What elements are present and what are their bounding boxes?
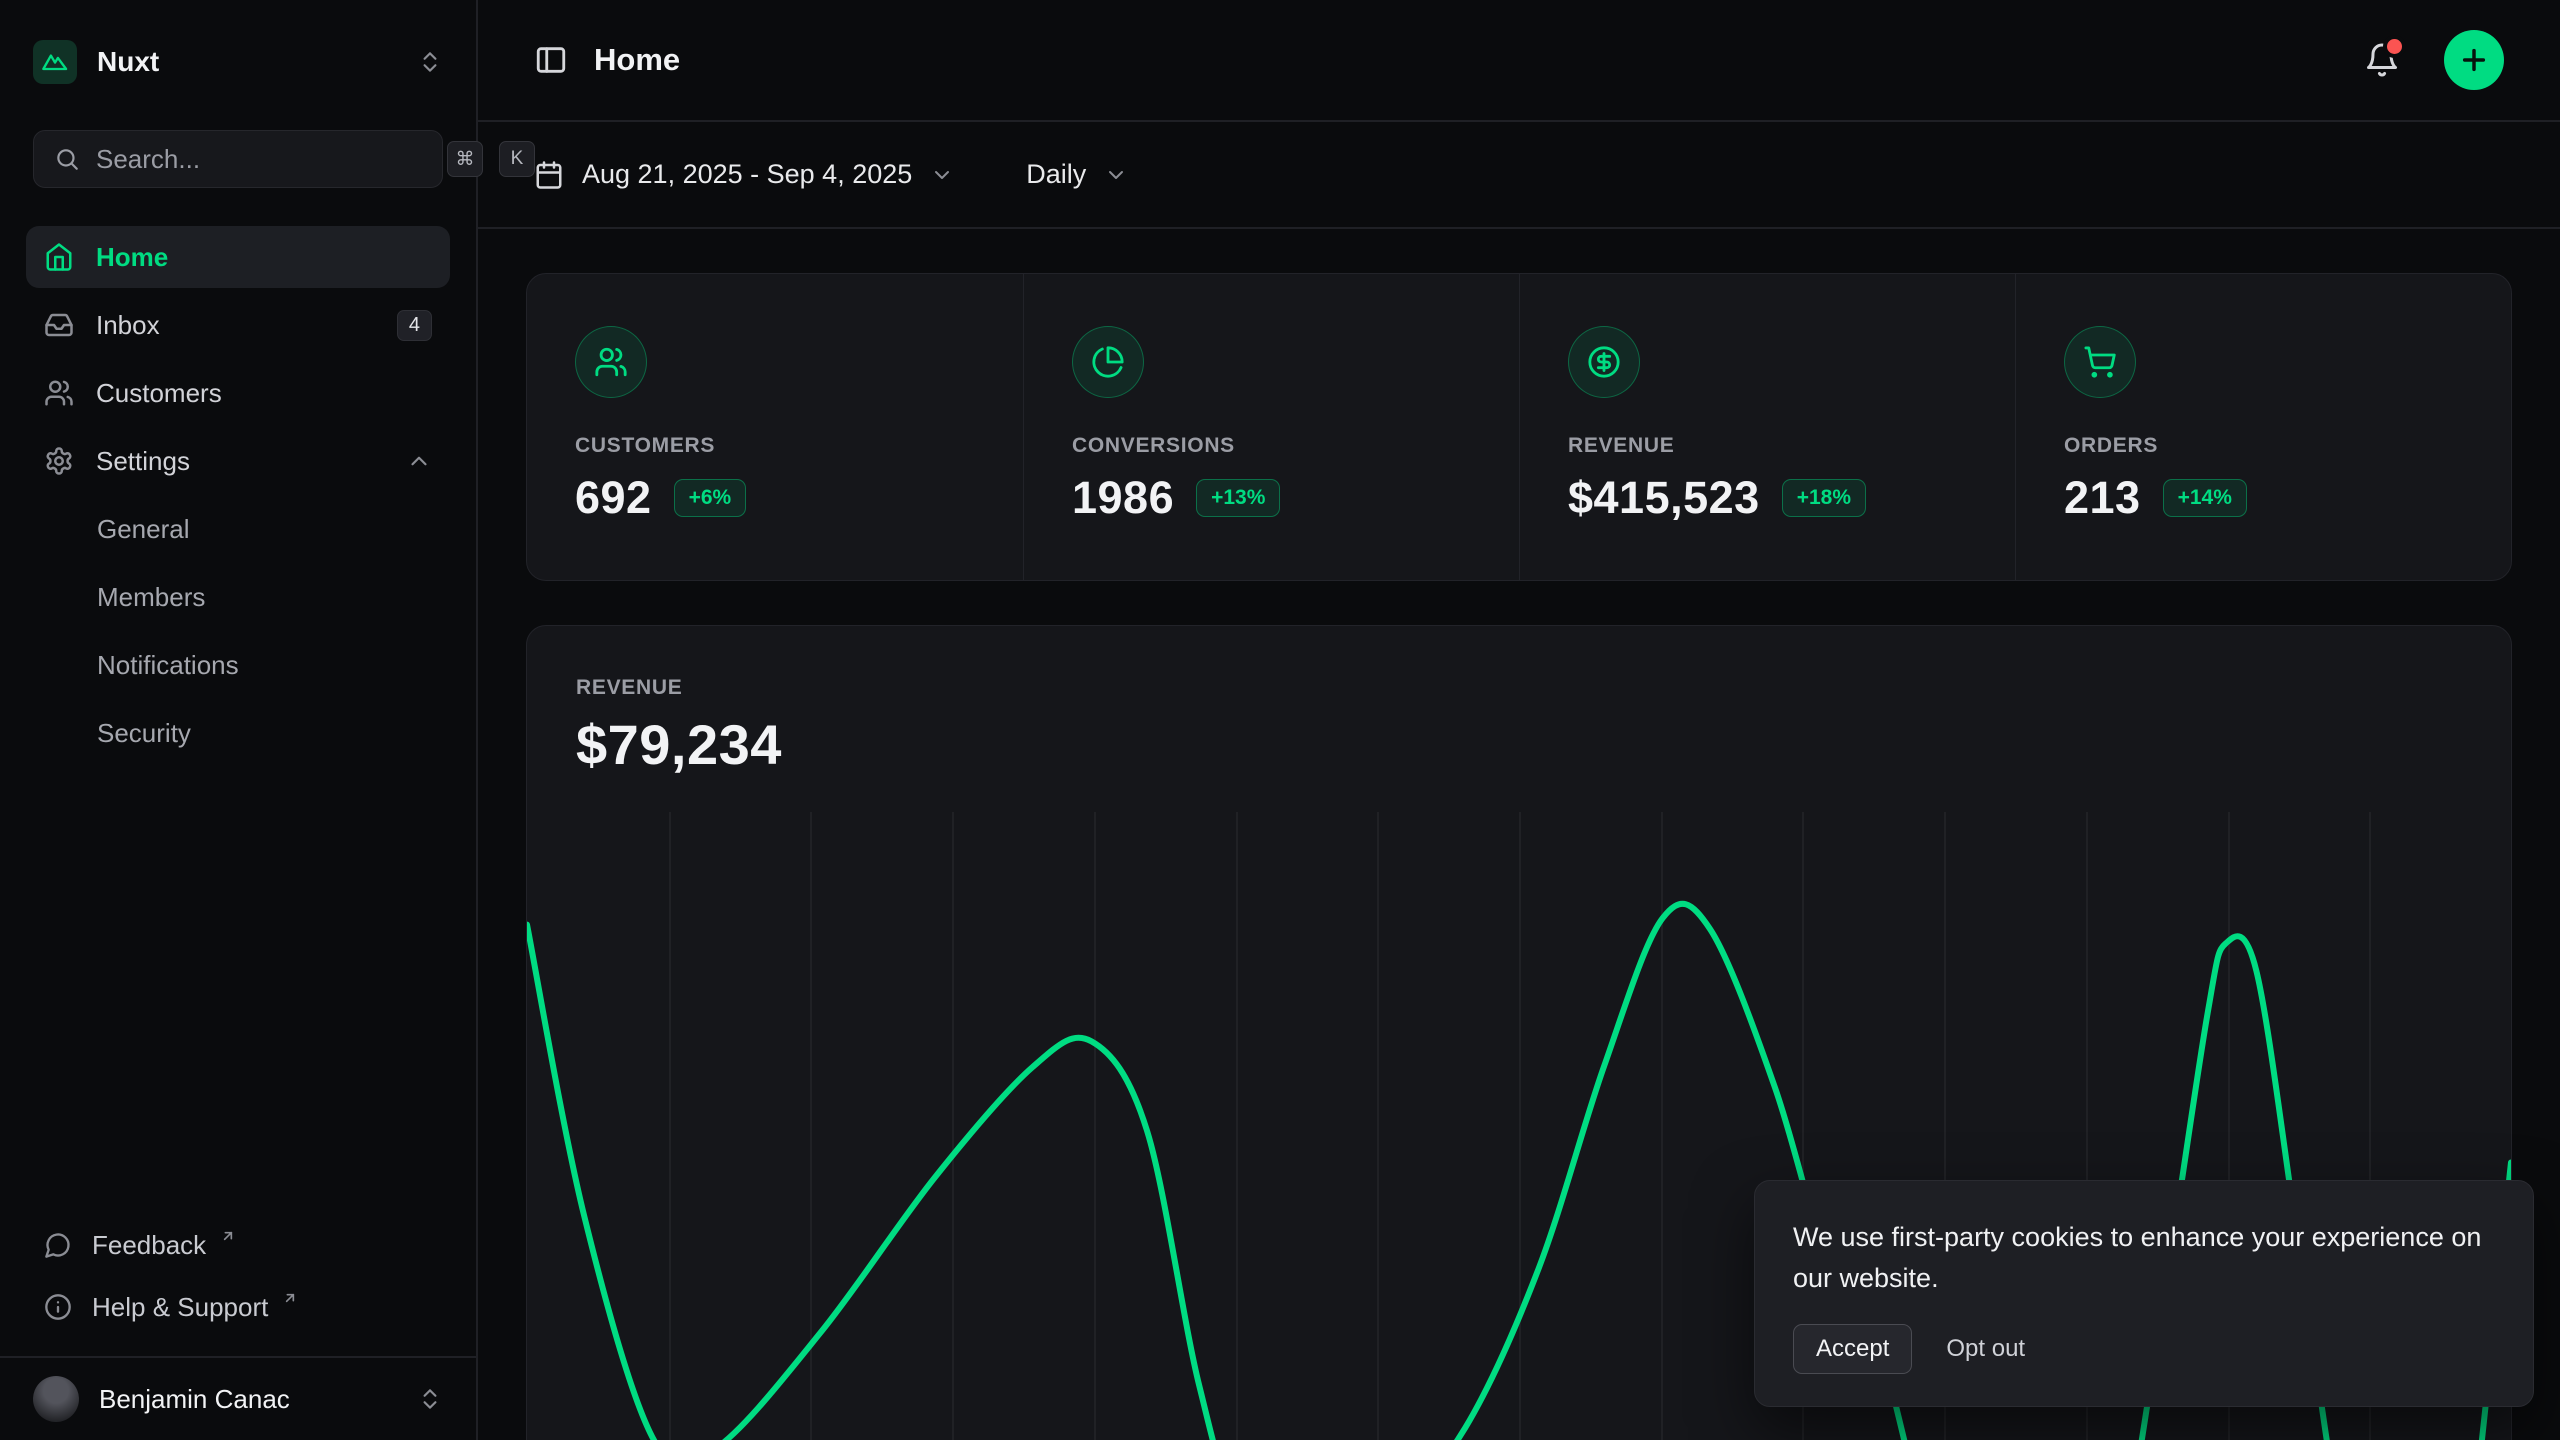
nuxt-logo-icon: [33, 40, 77, 84]
plus-icon: [2458, 44, 2490, 76]
users-icon: [44, 378, 74, 408]
search-input[interactable]: [96, 144, 431, 175]
stat-label: ORDERS: [2064, 434, 2463, 458]
chevron-down-icon: [930, 163, 954, 187]
stats-card: CUSTOMERS 692 +6% CONVERSIONS 1986 +13%: [526, 273, 2512, 581]
sidebar-spacer: [0, 764, 476, 1214]
stat-value: 1986: [1072, 472, 1174, 524]
header-actions: [2364, 30, 2504, 90]
cookie-banner: We use first-party cookies to enhance yo…: [1754, 1180, 2534, 1407]
chevron-down-icon: [1104, 163, 1128, 187]
dollar-circle-icon: [1568, 326, 1640, 398]
feedback-link[interactable]: Feedback: [26, 1214, 450, 1276]
granularity-select[interactable]: Daily: [1026, 159, 1128, 190]
sidebar-item-customers[interactable]: Customers: [26, 362, 450, 424]
chevron-up-icon: [406, 448, 432, 474]
sidebar-item-general[interactable]: General: [26, 498, 450, 560]
sidebar-toggle-icon[interactable]: [534, 43, 568, 77]
sidebar-item-notifications[interactable]: Notifications: [26, 634, 450, 696]
sidebar-nav: Home Inbox 4 Customers Settings General: [0, 226, 476, 764]
notification-dot: [2387, 39, 2402, 54]
sidebar-item-label: Home: [96, 242, 168, 273]
user-menu[interactable]: Benjamin Canac: [0, 1356, 476, 1440]
stat-delta-badge: +13%: [1196, 479, 1280, 517]
add-button[interactable]: [2444, 30, 2504, 90]
cart-icon: [2064, 326, 2136, 398]
footer-link-label: Help & Support: [92, 1292, 268, 1323]
calendar-icon: [534, 160, 564, 190]
stat-conversions[interactable]: CONVERSIONS 1986 +13%: [1023, 274, 1519, 580]
sub-item-label: Security: [97, 718, 191, 749]
date-range-picker[interactable]: Aug 21, 2025 - Sep 4, 2025: [534, 159, 954, 190]
sidebar-item-settings[interactable]: Settings: [26, 430, 450, 492]
sub-item-label: Notifications: [97, 650, 239, 681]
avatar: [33, 1376, 79, 1422]
workspace-switcher[interactable]: Nuxt: [0, 0, 476, 84]
external-link-icon: [220, 1228, 236, 1244]
sidebar-item-members[interactable]: Members: [26, 566, 450, 628]
stat-revenue[interactable]: REVENUE $415,523 +18%: [1519, 274, 2015, 580]
date-range-label: Aug 21, 2025 - Sep 4, 2025: [582, 159, 912, 190]
chat-bubble-icon: [44, 1231, 72, 1259]
sidebar-item-security[interactable]: Security: [26, 702, 450, 764]
gear-icon: [44, 446, 74, 476]
footer-link-label: Feedback: [92, 1230, 206, 1261]
stat-delta-badge: +14%: [2163, 479, 2247, 517]
customers-icon: [575, 326, 647, 398]
chevrons-up-down-icon: [417, 49, 443, 75]
sidebar-item-home[interactable]: Home: [26, 226, 450, 288]
main-header: Home: [478, 0, 2560, 122]
external-link-icon: [282, 1290, 298, 1306]
stat-value: $415,523: [1568, 472, 1760, 524]
accept-cookies-button[interactable]: Accept: [1793, 1324, 1912, 1374]
sub-item-label: Members: [97, 582, 205, 613]
home-icon: [44, 242, 74, 272]
sidebar-item-inbox[interactable]: Inbox 4: [26, 294, 450, 356]
chevrons-up-down-icon: [417, 1386, 443, 1412]
filter-bar: Aug 21, 2025 - Sep 4, 2025 Daily: [478, 122, 2560, 229]
stat-value: 692: [575, 472, 652, 524]
search-icon: [54, 146, 80, 172]
stat-delta-badge: +18%: [1782, 479, 1866, 517]
stat-delta-badge: +6%: [674, 479, 747, 517]
revenue-chart-label: REVENUE: [576, 676, 2462, 700]
stat-label: CONVERSIONS: [1072, 434, 1471, 458]
search-box[interactable]: ⌘ K: [33, 130, 443, 188]
page-title: Home: [594, 42, 680, 78]
stat-label: REVENUE: [1568, 434, 1967, 458]
inbox-count-badge: 4: [397, 310, 432, 341]
sidebar-footer: Feedback Help & Support: [0, 1214, 476, 1356]
sidebar-item-label: Customers: [96, 378, 222, 409]
sidebar: Nuxt ⌘ K Home Inbox 4: [0, 0, 478, 1440]
workspace-name: Nuxt: [97, 46, 159, 78]
notifications-button[interactable]: [2364, 42, 2400, 78]
stat-value: 213: [2064, 472, 2141, 524]
help-support-link[interactable]: Help & Support: [26, 1276, 450, 1338]
cookie-message: We use first-party cookies to enhance yo…: [1793, 1217, 2495, 1298]
optout-cookies-button[interactable]: Opt out: [1946, 1335, 2025, 1363]
sidebar-item-label: Settings: [96, 446, 190, 477]
inbox-icon: [44, 310, 74, 340]
help-circle-icon: [44, 1293, 72, 1321]
stat-customers[interactable]: CUSTOMERS 692 +6%: [527, 274, 1023, 580]
revenue-chart-value: $79,234: [576, 712, 2462, 777]
user-name: Benjamin Canac: [99, 1384, 290, 1415]
sub-item-label: General: [97, 514, 190, 545]
pie-chart-icon: [1072, 326, 1144, 398]
stat-label: CUSTOMERS: [575, 434, 975, 458]
sidebar-item-label: Inbox: [96, 310, 160, 341]
stat-orders[interactable]: ORDERS 213 +14%: [2015, 274, 2511, 580]
granularity-label: Daily: [1026, 159, 1086, 190]
